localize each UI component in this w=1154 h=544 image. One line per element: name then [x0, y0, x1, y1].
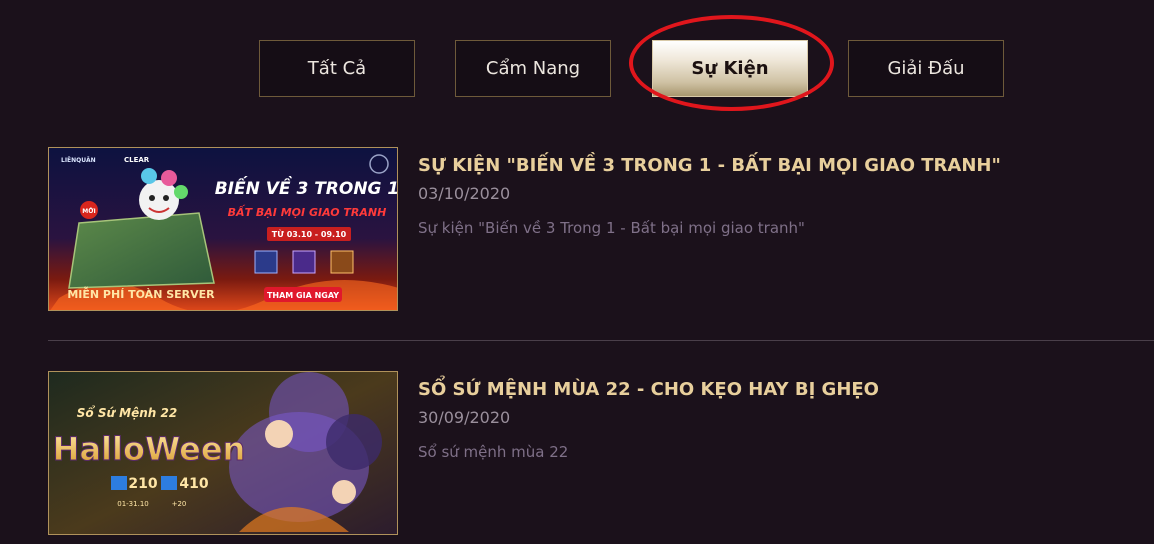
article-date: 30/09/2020 [418, 408, 511, 427]
article-title[interactable]: SỰ KIỆN "BIẾN VỀ 3 TRONG 1 - BẤT BẠI MỌI… [418, 155, 1001, 176]
tab-all[interactable]: Tất Cả [259, 40, 415, 97]
banner-logo: LIÊNQUÂN [61, 156, 96, 164]
article-thumbnail[interactable]: MỚI LIÊNQUÂN CLEAR BIẾN VỀ 3 TRONG 1 BẤT… [48, 147, 398, 311]
banner-headline: HalloWeen [53, 430, 246, 468]
article-title[interactable]: SỔ SỨ MỆNH MÙA 22 - CHO KẸO HAY BỊ GHẸO [418, 379, 879, 400]
tab-events-label: Sự Kiện [691, 58, 769, 79]
banner-price-1: 210 [128, 476, 157, 492]
article-date: 03/10/2020 [418, 184, 511, 203]
tab-guide[interactable]: Cẩm Nang [455, 40, 611, 97]
article-thumbnail[interactable]: Sổ Sứ Mệnh 22 HalloWeen 210 410 01-31.10… [48, 371, 398, 535]
article-description: Sự kiện "Biến về 3 Trong 1 - Bất bại mọi… [418, 219, 805, 237]
news-page: Tất Cả Cẩm Nang Sự Kiện Giải Đấu MỚI LIÊ… [0, 0, 1154, 544]
tab-tournaments[interactable]: Giải Đấu [848, 40, 1004, 97]
banner-partner: CLEAR [124, 156, 150, 164]
article-description: Sổ sứ mệnh mùa 22 [418, 443, 569, 461]
event-banner-image: MỚI LIÊNQUÂN CLEAR BIẾN VỀ 3 TRONG 1 BẤT… [49, 148, 398, 310]
banner-price-2: 410 [179, 476, 208, 492]
tab-tournaments-label: Giải Đấu [887, 58, 965, 79]
article-divider [48, 340, 1154, 341]
tab-events[interactable]: Sự Kiện [652, 40, 808, 97]
banner-new-badge: MỚI [82, 208, 95, 215]
banner-dates: TỪ 03.10 - 09.10 [272, 228, 347, 239]
banner-date-range: 01-31.10 [117, 500, 148, 508]
banner-bonus: +20 [172, 500, 187, 508]
banner-headline: BIẾN VỀ 3 TRONG 1 [215, 175, 398, 199]
banner-free-text: MIỄN PHÍ TOÀN SERVER [67, 286, 215, 301]
tab-guide-label: Cẩm Nang [485, 58, 581, 79]
banner-subhead: BẤT BẠI MỌI GIAO TRANH [228, 204, 387, 219]
banner-top-text: Sổ Sứ Mệnh 22 [77, 405, 177, 420]
tab-all-label: Tất Cả [307, 58, 367, 79]
halloween-banner-image: Sổ Sứ Mệnh 22 HalloWeen 210 410 01-31.10… [49, 372, 397, 534]
banner-cta: THAM GIA NGAY [267, 291, 339, 300]
